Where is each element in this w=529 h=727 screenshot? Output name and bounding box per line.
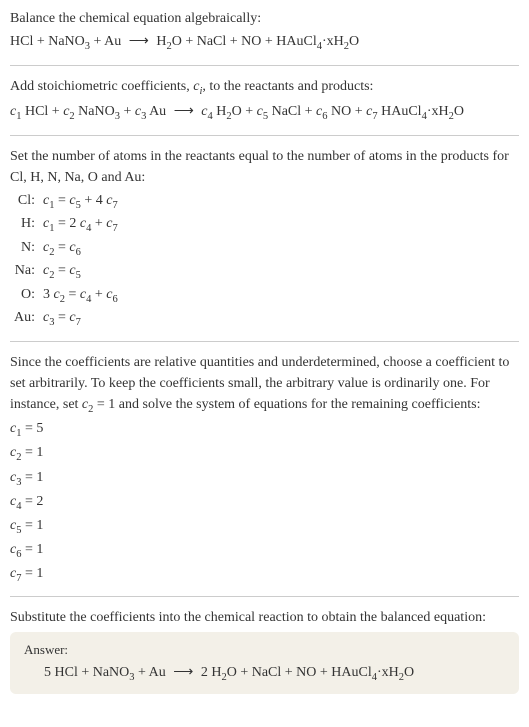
arrow-icon: ⟶ xyxy=(174,101,194,122)
t: + xyxy=(91,287,106,302)
v: = 1 xyxy=(21,445,43,460)
substitute-title: Substitute the coefficients into the che… xyxy=(10,607,519,628)
answer-box: Answer: 5 HCl + NaNO3 + Au ⟶ 2 H2O + NaC… xyxy=(10,632,519,695)
coefficients-title: Add stoichiometric coefficients, ci, to … xyxy=(10,76,519,100)
t: ·xH xyxy=(377,665,399,680)
eq-text: HCl + NaNO xyxy=(10,34,85,49)
arrow-icon: ⟶ xyxy=(173,664,193,681)
title-text: Add stoichiometric coefficients, xyxy=(10,79,193,94)
atom-label: O: xyxy=(10,284,43,308)
atom-row-cl: Cl: c1 = c5 + 4 c7 xyxy=(10,190,118,214)
atom-row-h: H: c1 = 2 c4 + c7 xyxy=(10,213,118,237)
unbalanced-equation: HCl + NaNO3 + Au ⟶ H2O + NaCl + NO + HAu… xyxy=(10,31,519,55)
t: = xyxy=(65,287,80,302)
atom-equation: c2 = c5 xyxy=(43,260,118,284)
t: + xyxy=(120,104,135,119)
atom-label: Cl: xyxy=(10,190,43,214)
divider xyxy=(10,341,519,342)
arrow-icon: ⟶ xyxy=(129,31,149,52)
t: O + xyxy=(232,104,257,119)
balance-section: Balance the chemical equation algebraica… xyxy=(10,8,519,55)
divider xyxy=(10,135,519,136)
t: O + NaCl + NO + HAuCl xyxy=(227,665,372,680)
coeff-line: c3 = 1 xyxy=(10,468,519,490)
atom-equations-table: Cl: c1 = c5 + 4 c7 H: c1 = 2 c4 + c7 N: … xyxy=(10,190,118,331)
t: + xyxy=(91,216,106,231)
solve-section: Since the coefficients are relative quan… xyxy=(10,352,519,586)
atom-label: H: xyxy=(10,213,43,237)
v: = 1 xyxy=(21,470,43,485)
atom-label: Au: xyxy=(10,307,43,331)
solve-title: Since the coefficients are relative quan… xyxy=(10,352,519,418)
t: = xyxy=(54,240,69,255)
atom-label: N: xyxy=(10,237,43,261)
t: 3 xyxy=(43,287,54,302)
substitute-section: Substitute the coefficients into the che… xyxy=(10,607,519,628)
coeff-line: c2 = 1 xyxy=(10,443,519,465)
t: O xyxy=(454,104,464,119)
atom-row-na: Na: c2 = c5 xyxy=(10,260,118,284)
t: = 2 xyxy=(54,216,79,231)
coefficients-section: Add stoichiometric coefficients, ci, to … xyxy=(10,76,519,125)
v: = 1 xyxy=(21,566,43,581)
t: = 1 xyxy=(93,397,115,412)
t: ·xH xyxy=(427,104,449,119)
sub: 6 xyxy=(76,247,81,258)
v: = 1 xyxy=(21,542,43,557)
coefficient-values: c1 = 5 c2 = 1 c3 = 1 c4 = 2 c5 = 1 c6 = … xyxy=(10,419,519,585)
atom-row-o: O: 3 c2 = c4 + c6 xyxy=(10,284,118,308)
atom-equation: 3 c2 = c4 + c6 xyxy=(43,284,118,308)
divider xyxy=(10,596,519,597)
atom-balance-title: Set the number of atoms in the reactants… xyxy=(10,146,519,188)
eq-text: H xyxy=(153,34,167,49)
balance-title: Balance the chemical equation algebraica… xyxy=(10,8,519,29)
t: 5 HCl + NaNO xyxy=(44,665,129,680)
coeff-line: c7 = 1 xyxy=(10,564,519,586)
v: = 2 xyxy=(21,494,43,509)
t: = xyxy=(54,263,69,278)
atom-equation: c1 = 2 c4 + c7 xyxy=(43,213,118,237)
sub: 7 xyxy=(112,199,117,210)
v: = 1 xyxy=(21,518,43,533)
answer-label: Answer: xyxy=(24,642,505,658)
sub: 7 xyxy=(112,223,117,234)
t: 2 H xyxy=(197,665,221,680)
t: + Au xyxy=(135,665,170,680)
atom-label: Na: xyxy=(10,260,43,284)
atom-row-au: Au: c3 = c7 xyxy=(10,307,118,331)
atom-equation: c1 = c5 + 4 c7 xyxy=(43,190,118,214)
divider xyxy=(10,65,519,66)
t: = xyxy=(54,310,69,325)
eq-text: ·xH xyxy=(322,34,344,49)
t: O xyxy=(404,665,414,680)
t: NaNO xyxy=(75,104,115,119)
coefficient-equation: c1 HCl + c2 NaNO3 + c3 Au ⟶ c4 H2O + c5 … xyxy=(10,101,519,125)
balanced-equation: 5 HCl + NaNO3 + Au ⟶ 2 H2O + NaCl + NO +… xyxy=(24,664,505,683)
coeff-line: c6 = 1 xyxy=(10,540,519,562)
coeff-line: c1 = 5 xyxy=(10,419,519,441)
atom-balance-section: Set the number of atoms in the reactants… xyxy=(10,146,519,331)
atom-row-n: N: c2 = c6 xyxy=(10,237,118,261)
t: + 4 xyxy=(81,193,106,208)
title-text: , to the reactants and products: xyxy=(202,79,373,94)
eq-text: O xyxy=(349,34,359,49)
eq-text: + Au xyxy=(90,34,125,49)
sub: 6 xyxy=(112,294,117,305)
v: = 5 xyxy=(21,421,43,436)
sub: 7 xyxy=(76,317,81,328)
title-text: and solve the system of equations for th… xyxy=(115,397,480,412)
t: Au xyxy=(146,104,169,119)
t: HCl + xyxy=(21,104,63,119)
eq-text: O + NaCl + NO + HAuCl xyxy=(172,34,317,49)
coeff-line: c5 = 1 xyxy=(10,516,519,538)
t: HAuCl xyxy=(378,104,422,119)
atom-equation: c2 = c6 xyxy=(43,237,118,261)
t: H xyxy=(213,104,227,119)
sub: 5 xyxy=(76,270,81,281)
atom-equation: c3 = c7 xyxy=(43,307,118,331)
t: NaCl + xyxy=(268,104,316,119)
t: = xyxy=(54,193,69,208)
coeff-line: c4 = 2 xyxy=(10,492,519,514)
t: NO + xyxy=(328,104,367,119)
